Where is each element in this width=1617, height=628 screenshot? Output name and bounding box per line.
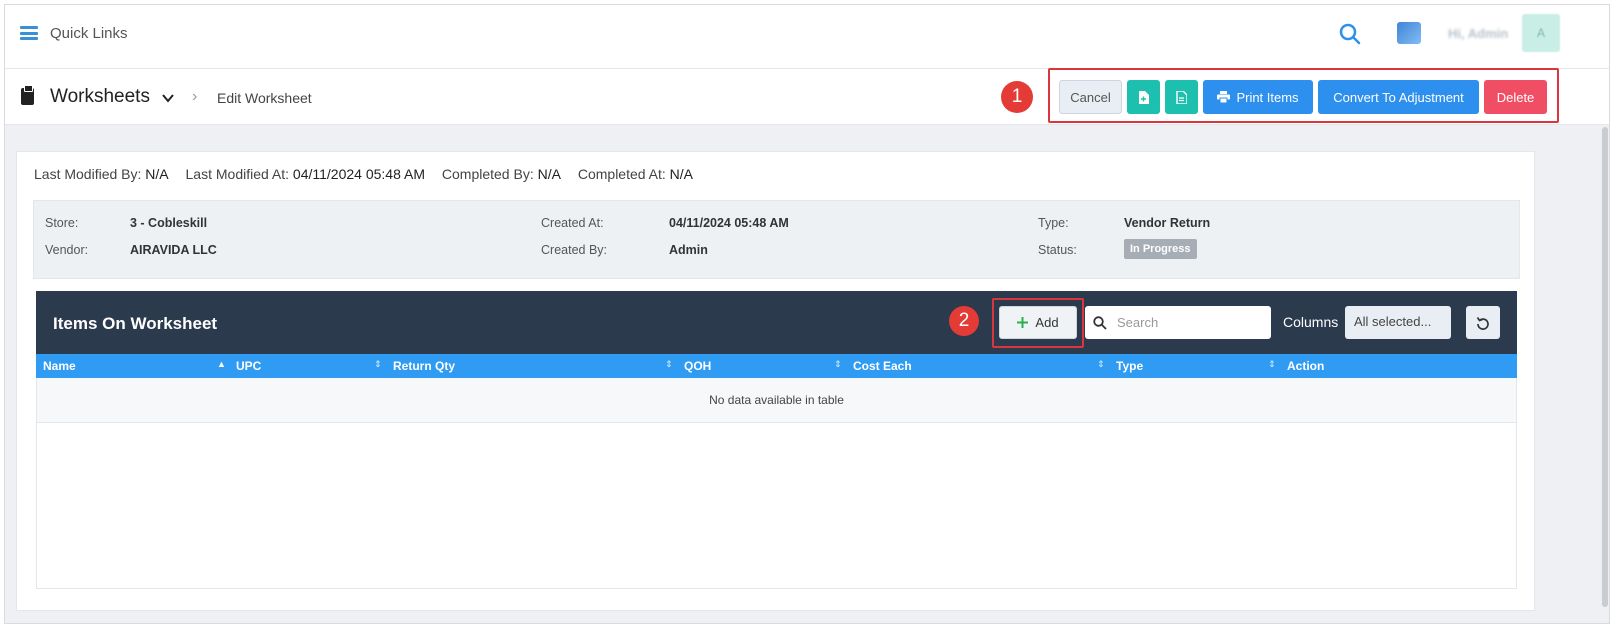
worksheet-info-panel: Store: 3 - Cobleskill Vendor: AIRAVIDA L… (33, 200, 1520, 279)
sort-icon: ⇕ (1097, 359, 1105, 369)
created-at-value: 04/11/2024 05:48 AM (669, 216, 789, 230)
items-panel-title: Items On Worksheet (53, 314, 218, 333)
vendor-value: AIRAVIDA LLC (130, 243, 217, 257)
reset-button[interactable] (1466, 306, 1500, 339)
store-value: 3 - Cobleskill (130, 216, 208, 230)
type-value: Vendor Return (1124, 216, 1211, 230)
convert-to-adjustment-button[interactable]: Convert To Adjustment (1318, 80, 1479, 114)
column-header-upc[interactable]: UPC (236, 359, 261, 373)
table-search[interactable] (1085, 306, 1271, 339)
sort-asc-icon: ▲ (217, 359, 226, 369)
audit-meta: Last Modified By: N/A Last Modified At: … (34, 166, 694, 182)
annotation-marker-1: 1 (1001, 81, 1033, 113)
search-icon[interactable] (1338, 22, 1362, 46)
sort-icon: ⇕ (374, 359, 382, 369)
hamburger-menu-icon[interactable] (20, 26, 38, 40)
export-file-button[interactable] (1127, 80, 1160, 114)
annotation-highlight-add (992, 298, 1084, 348)
top-bar: Quick Links Hi, Admin A (5, 5, 1609, 69)
column-header-return-qty[interactable]: Return Qty (393, 359, 455, 373)
page-title: Worksheets (50, 86, 150, 107)
sort-icon: ⇕ (665, 359, 673, 369)
undo-icon (1476, 316, 1489, 330)
annotation-marker-2: 2 (949, 306, 979, 336)
chevron-down-icon[interactable] (162, 91, 174, 103)
user-greeting[interactable]: Hi, Admin (1448, 26, 1508, 41)
delete-button[interactable]: Delete (1484, 80, 1547, 114)
file-plus-icon (1139, 90, 1149, 104)
column-header-cost-each[interactable]: Cost Each (853, 359, 912, 373)
column-header-type[interactable]: Type (1116, 359, 1143, 373)
printer-icon (1217, 91, 1231, 103)
page-scrollbar[interactable] (1602, 127, 1608, 607)
document-button[interactable] (1165, 80, 1198, 114)
column-header-qoh[interactable]: QOH (684, 359, 711, 373)
chevron-right-icon: › (192, 88, 198, 105)
worksheet-card: Last Modified By: N/A Last Modified At: … (16, 151, 1535, 611)
columns-select[interactable]: All selected... (1345, 306, 1451, 339)
status-badge: In Progress (1124, 239, 1197, 259)
column-header-action: Action (1287, 359, 1325, 373)
cancel-button[interactable]: Cancel (1059, 80, 1122, 114)
app-window: Quick Links Hi, Admin A Worksheets › Edi… (4, 4, 1610, 624)
sort-icon: ⇕ (1268, 359, 1276, 369)
column-header-name[interactable]: Name (43, 359, 76, 373)
avatar[interactable]: A (1522, 14, 1560, 52)
search-icon (1093, 315, 1107, 330)
breadcrumb-current: Edit Worksheet (217, 90, 312, 106)
clipboard-icon (21, 85, 34, 105)
created-by-value: Admin (669, 243, 708, 257)
company-logo-icon (1397, 22, 1421, 44)
table-header-row: Name ▲ UPC ⇕ Return Qty ⇕ QOH ⇕ Cost Eac… (36, 354, 1517, 378)
items-panel-header: Items On Worksheet Add Columns All selec… (36, 291, 1517, 354)
columns-label: Columns (1283, 314, 1339, 330)
print-items-button[interactable]: Print Items (1203, 80, 1313, 114)
file-text-icon (1176, 90, 1187, 104)
sort-icon: ⇕ (834, 359, 842, 369)
search-input[interactable] (1117, 315, 1257, 330)
quick-links-link[interactable]: Quick Links (50, 25, 128, 42)
table-body: No data available in table (36, 378, 1517, 589)
empty-table-message: No data available in table (37, 378, 1516, 423)
